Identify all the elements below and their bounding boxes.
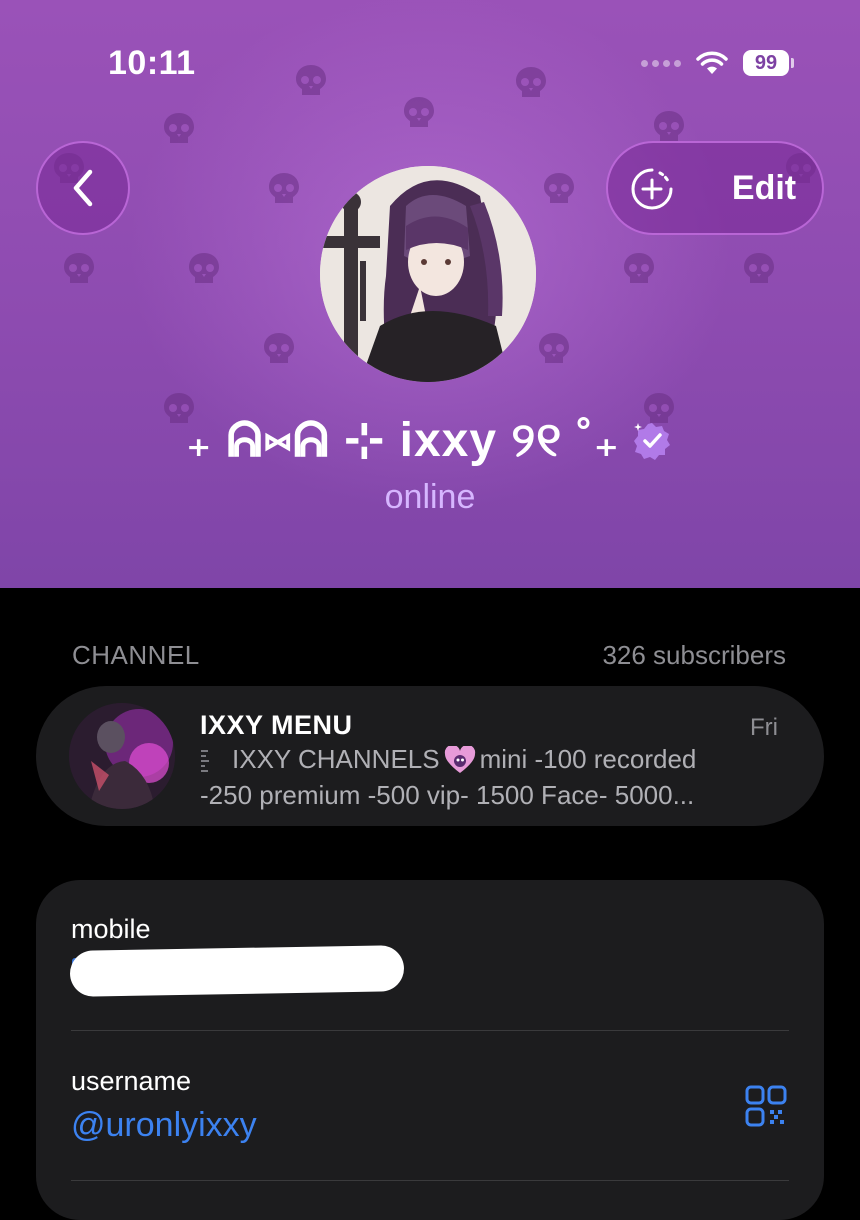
channel-preview-text-a: IXXY CHANNELS <box>232 744 440 774</box>
wifi-icon <box>696 51 728 74</box>
channel-section-label: CHANNEL <box>72 640 200 670</box>
qr-code-icon[interactable] <box>744 1084 788 1128</box>
skull-icon <box>260 330 298 368</box>
skull-icon <box>620 250 658 288</box>
channel-date: Fri <box>750 714 778 741</box>
skull-icon <box>400 94 438 132</box>
profile-name-row: ₊ ᕱ⑅ᕱ ⊹ ixxy ୨୧ ˚₊ <box>0 412 860 469</box>
subscriber-count: 326 subscribers <box>602 640 786 670</box>
channel-card[interactable]: IXXY MENU Fri IXXY CHANNELS mini -100 re… <box>36 686 824 826</box>
skull-icon <box>160 110 198 148</box>
edit-actions: Edit <box>606 141 824 235</box>
mobile-redaction <box>69 945 405 997</box>
verified-badge-icon <box>633 422 670 460</box>
battery-icon: 99 <box>743 50 794 76</box>
add-circle-icon <box>631 168 673 210</box>
channel-avatar-image <box>69 703 175 809</box>
profile-name: ₊ ᕱ⑅ᕱ ⊹ ixxy ୨୧ ˚₊ <box>186 414 620 467</box>
edit-button[interactable]: Edit <box>704 143 824 233</box>
heart-emoji-icon <box>444 745 475 773</box>
mobile-label: mobile <box>71 914 151 944</box>
profile-avatar[interactable] <box>320 166 536 382</box>
avatar-illustration <box>320 166 536 382</box>
skull-icon <box>512 64 550 102</box>
skull-icon <box>535 330 573 368</box>
channel-preview-text-b: mini -100 recorded <box>479 744 697 774</box>
divider <box>71 1180 789 1181</box>
divider <box>71 1030 789 1031</box>
skull-icon <box>265 170 303 208</box>
channel-preview-line1: IXXY CHANNELS mini -100 recorded <box>200 744 696 775</box>
username-label: username <box>71 1066 192 1096</box>
channel-title: IXXY MENU <box>200 710 353 740</box>
profile-header: 10:11 99 Edit ₊ ᕱ⑅ᕱ ⊹ ixxy ୨୧ ˚₊ online <box>0 0 860 588</box>
battery-level: 99 <box>743 50 789 76</box>
status-indicators: 99 <box>641 50 794 76</box>
online-status: online <box>384 478 476 516</box>
username-value[interactable]: @uronlyixxy <box>71 1106 257 1145</box>
add-story-button[interactable] <box>630 167 674 211</box>
skull-icon <box>60 250 98 288</box>
skull-icon <box>185 250 223 288</box>
skull-icon <box>540 170 578 208</box>
chevron-left-icon <box>73 169 93 207</box>
signal-dots-icon <box>641 59 681 67</box>
channel-avatar <box>69 703 175 809</box>
channel-preview-line2: -250 premium -500 vip- 1500 Face- 5000..… <box>200 780 695 810</box>
contact-info-card: mobile username @uronlyixxy <box>36 880 824 1220</box>
skull-icon <box>292 62 330 100</box>
back-button[interactable] <box>36 141 130 235</box>
skull-icon <box>740 250 778 288</box>
sparkle-lines-icon <box>201 749 209 772</box>
status-time: 10:11 <box>108 44 196 82</box>
